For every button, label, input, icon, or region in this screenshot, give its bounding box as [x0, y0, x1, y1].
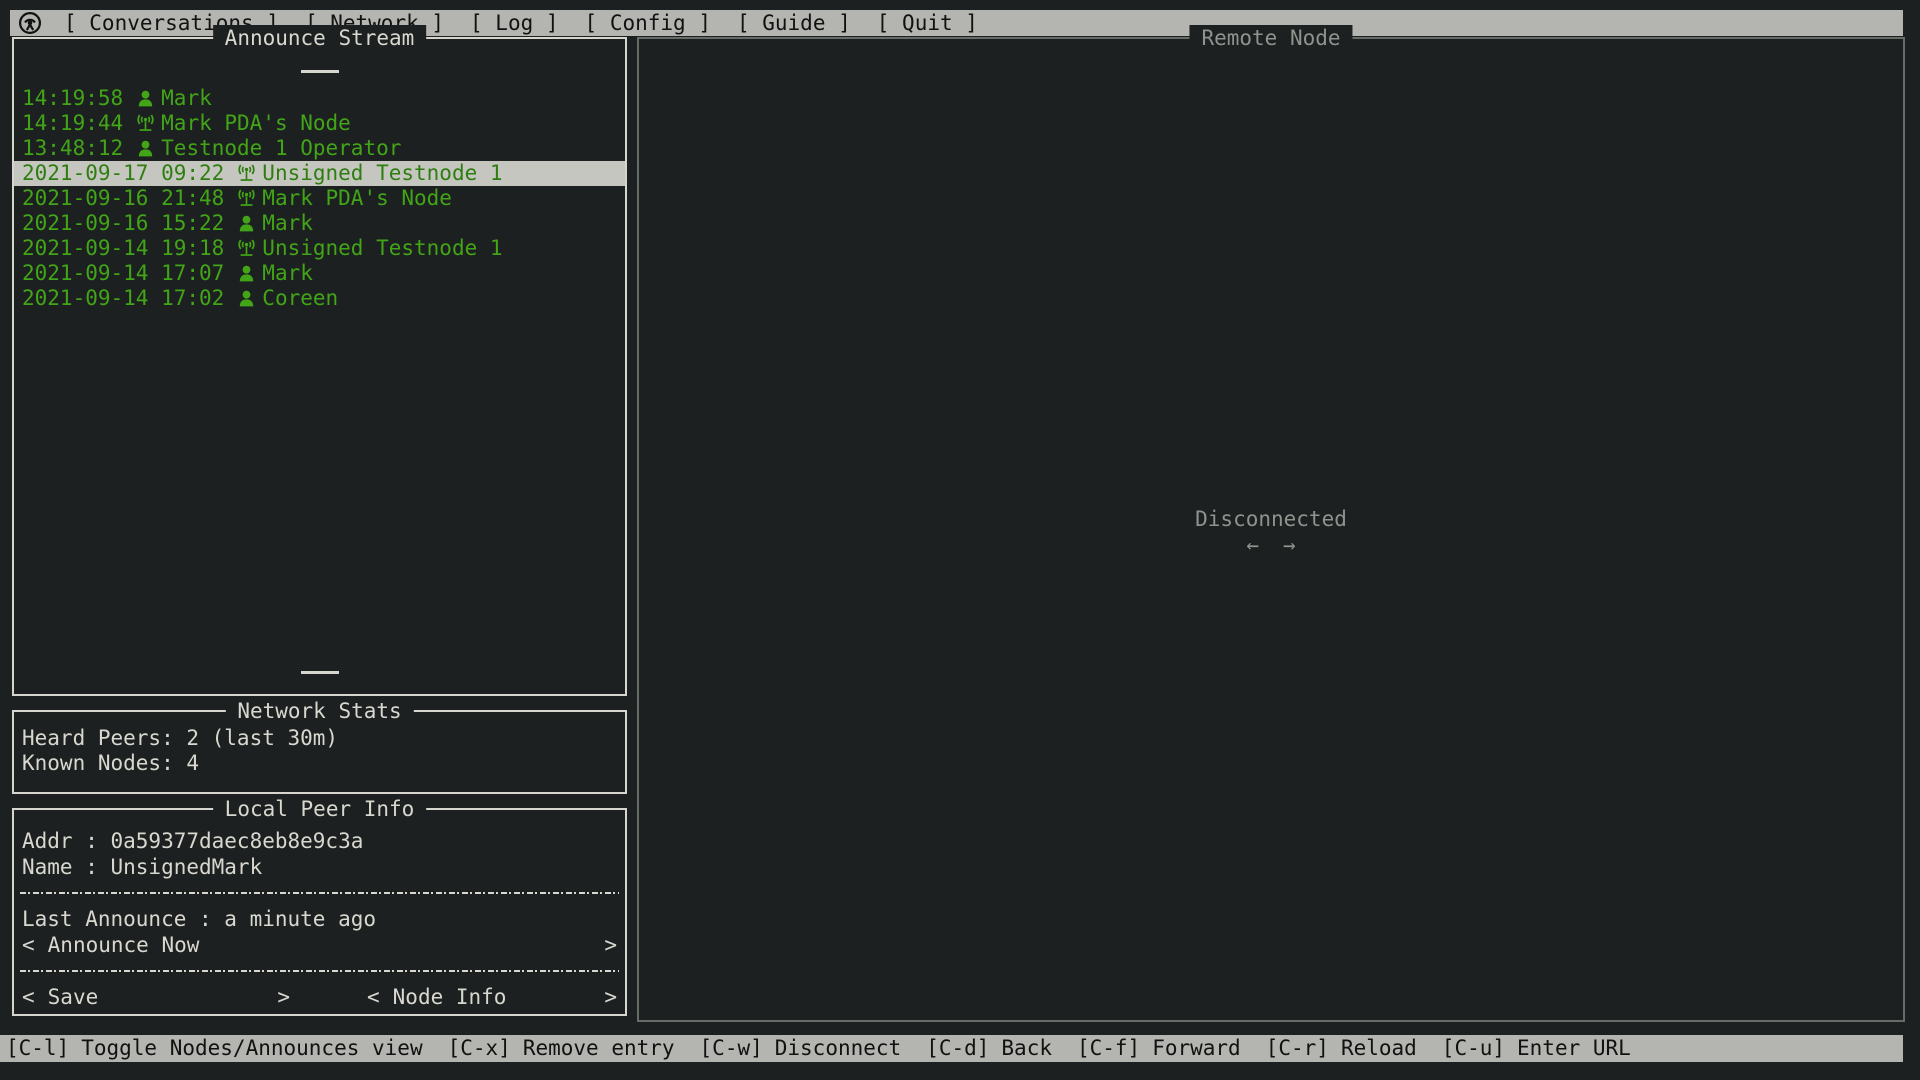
known-nodes-stat: Known Nodes: 4 [22, 751, 617, 776]
announce-timestamp: 2021-09-14 19:18 [22, 236, 224, 261]
announce-name: Mark PDA's Node [262, 186, 452, 211]
peer-name: Name : UnsignedMark [14, 854, 625, 880]
shortcut-keys: [C-r] [1266, 1035, 1329, 1062]
shortcut-action: Forward [1152, 1035, 1241, 1062]
shortcut-action: Toggle Nodes/Announces view [81, 1035, 422, 1062]
node-icon [236, 163, 257, 185]
node-info-button[interactable]: < Node Info > [367, 984, 617, 1010]
announce-timestamp: 14:19:44 [22, 111, 123, 136]
announce-timestamp: 2021-09-16 21:48 [22, 186, 224, 211]
shortcut-c-r: [C-r] Reload [1266, 1035, 1417, 1062]
connection-status: Disconnected [639, 507, 1903, 532]
announce-entry[interactable]: 2021-09-16 15:22 Mark [14, 211, 625, 236]
node-icon [236, 188, 257, 210]
person-icon [135, 138, 156, 160]
shortcut-keys: [C-f] [1077, 1035, 1140, 1062]
announce-entry[interactable]: 2021-09-16 21:48 Mark PDA's Node [14, 186, 625, 211]
announce-name: Mark [161, 86, 212, 111]
announce-timestamp: 14:19:58 [22, 86, 123, 111]
person-icon [236, 288, 257, 310]
node-icon [135, 113, 156, 135]
button-bracket-left: < [22, 932, 35, 958]
shortcut-c-x: [C-x] Remove entry [448, 1035, 675, 1062]
shortcut-keys: [C-w] [700, 1035, 763, 1062]
shortcut-c-f: [C-f] Forward [1077, 1035, 1241, 1062]
network-stats-panel: Network Stats Heard Peers: 2 (last 30m) … [12, 710, 627, 794]
shortcut-c-u: [C-u] Enter URL [1442, 1035, 1631, 1062]
shortcut-list: [C-l] Toggle Nodes/Announces view [C-x] … [6, 1035, 1631, 1062]
heard-peers-stat: Heard Peers: 2 (last 30m) [22, 726, 617, 751]
reticulum-logo-icon [18, 11, 42, 35]
shortcut-action: Back [1001, 1035, 1052, 1062]
announce-entry[interactable]: 2021-09-14 17:02 Coreen [14, 286, 625, 311]
announce-entry[interactable]: 2021-09-14 17:07 Mark [14, 261, 625, 286]
shortcut-keys: [C-d] [926, 1035, 989, 1062]
button-bracket-right: > [604, 984, 617, 1010]
divider [14, 958, 625, 984]
remote-node-panel: Remote Node Disconnected ←→ [637, 37, 1905, 1022]
node-icon [236, 238, 257, 260]
remote-node-title: Remote Node [1189, 25, 1352, 51]
menu-items: [ Conversations ][ Network ][ Log ][ Con… [64, 10, 978, 36]
announce-entry[interactable]: 2021-09-14 19:18 Unsigned Testnode 1 [14, 236, 625, 261]
shortcut-action: Disconnect [775, 1035, 901, 1062]
announce-now-button[interactable]: < Announce Now > [22, 932, 617, 958]
person-icon [236, 263, 257, 285]
node-info-label: Node Info [393, 984, 507, 1010]
announce-timestamp: 2021-09-14 17:02 [22, 286, 224, 311]
shortcut-c-d: [C-d] Back [926, 1035, 1052, 1062]
announce-name: Mark [262, 211, 313, 236]
peer-address: Addr : 0a59377daec8eb8e9c3a [14, 828, 625, 854]
status-bar: [C-l] Toggle Nodes/Announces view [C-x] … [0, 1035, 1903, 1062]
scroll-indicator-top [301, 70, 339, 73]
local-peer-info-panel: Local Peer Info Addr : 0a59377daec8eb8e9… [12, 808, 627, 1016]
announce-stream-panel: Announce Stream 14:19:58 Mark 14:19:44 [12, 37, 627, 696]
scroll-indicator-bottom [301, 671, 339, 674]
announce-name: Coreen [262, 286, 338, 311]
shortcut-action: Reload [1341, 1035, 1417, 1062]
announce-name: Testnode 1 Operator [161, 136, 401, 161]
divider [14, 880, 625, 906]
person-icon [236, 213, 257, 235]
back-arrow-button[interactable]: ← [1246, 533, 1259, 558]
person-icon [135, 88, 156, 110]
terminal-screen: [ Conversations ][ Network ][ Log ][ Con… [0, 0, 1920, 1080]
forward-arrow-button[interactable]: → [1283, 533, 1296, 558]
shortcut-keys: [C-u] [1442, 1035, 1505, 1062]
button-bracket-left: < [367, 984, 380, 1010]
announce-name: Unsigned Testnode 1 [262, 236, 502, 261]
button-bracket-right: > [277, 984, 290, 1010]
menu-item-config[interactable]: [ Config ] [585, 10, 711, 36]
announce-now-label: Announce Now [48, 932, 200, 958]
shortcut-keys: [C-l] [6, 1035, 69, 1062]
announce-name: Unsigned Testnode 1 [262, 161, 502, 186]
menu-item-log[interactable]: [ Log ] [470, 10, 559, 36]
announce-entry-list: 14:19:58 Mark 14:19:44 Mark PDA's Node [14, 86, 625, 311]
announce-name: Mark [262, 261, 313, 286]
announce-entry[interactable]: 13:48:12 Testnode 1 Operator [14, 136, 625, 161]
announce-timestamp: 2021-09-16 15:22 [22, 211, 224, 236]
announce-timestamp: 13:48:12 [22, 136, 123, 161]
shortcut-c-w: [C-w] Disconnect [700, 1035, 902, 1062]
shortcut-action: Enter URL [1517, 1035, 1631, 1062]
shortcut-action: Remove entry [523, 1035, 675, 1062]
save-label: Save [48, 984, 99, 1010]
announce-stream-title: Announce Stream [213, 25, 427, 51]
menu-item-quit[interactable]: [ Quit ] [877, 10, 978, 36]
last-announce: Last Announce : a minute ago [14, 906, 625, 932]
local-peer-info-title: Local Peer Info [213, 796, 427, 822]
button-bracket-left: < [22, 984, 35, 1010]
announce-name: Mark PDA's Node [161, 111, 351, 136]
button-bracket-right: > [604, 932, 617, 958]
save-button[interactable]: < Save > [22, 984, 290, 1010]
shortcut-c-l: [C-l] Toggle Nodes/Announces view [6, 1035, 423, 1062]
announce-entry[interactable]: 2021-09-17 09:22 Unsigned Testnode 1 [14, 161, 625, 186]
announce-timestamp: 2021-09-14 17:07 [22, 261, 224, 286]
shortcut-keys: [C-x] [448, 1035, 511, 1062]
announce-entry[interactable]: 14:19:44 Mark PDA's Node [14, 111, 625, 136]
announce-timestamp: 2021-09-17 09:22 [22, 161, 224, 186]
announce-entry[interactable]: 14:19:58 Mark [14, 86, 625, 111]
menu-item-guide[interactable]: [ Guide ] [737, 10, 851, 36]
network-stats-title: Network Stats [225, 698, 413, 724]
